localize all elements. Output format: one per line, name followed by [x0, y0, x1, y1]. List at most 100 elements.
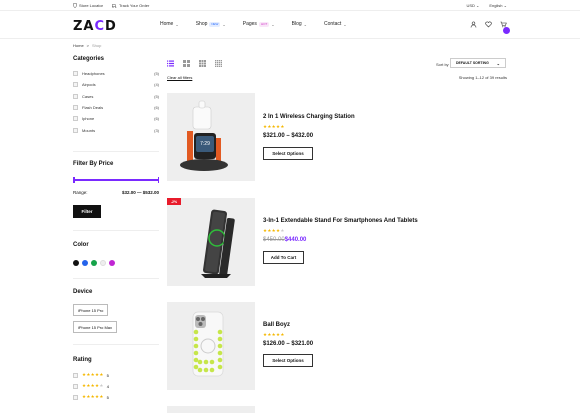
breadcrumb-separator: > — [86, 43, 90, 48]
category-item[interactable]: Mounts (3) — [73, 124, 159, 135]
category-label: Mounts — [82, 127, 96, 133]
product-image-wireless-charging-station[interactable]: 7:29 — [167, 93, 255, 181]
location-pin-icon — [73, 3, 77, 8]
currency-selector[interactable]: USD ⌄ — [466, 3, 479, 8]
logo-part: D — [105, 19, 117, 34]
category-checkbox[interactable] — [73, 82, 78, 88]
site-logo[interactable]: ZACD — [73, 19, 117, 34]
main-nav: Home ⌄ Shop NEW ⌄ Pages HOT ⌄ Blog ⌄ Contact ⌄ — [160, 21, 347, 27]
nav-item-shop[interactable]: Shop NEW ⌄ — [196, 21, 226, 27]
category-checkbox[interactable] — [73, 93, 78, 99]
add-to-cart-button[interactable]: Add To Cart — [263, 251, 304, 264]
category-list: Headphones (5) Airpods (4) Cases (5) Flash Dea… — [73, 68, 159, 136]
filter-button[interactable]: Filter — [73, 205, 101, 218]
user-icon[interactable] — [470, 21, 477, 28]
product-title[interactable]: 2 In 1 Wireless Charging Station — [263, 114, 355, 120]
clear-all-filters-link[interactable]: Clear all filters — [167, 75, 192, 80]
category-item[interactable]: Airpods (4) — [73, 79, 159, 90]
color-swatch[interactable] — [91, 260, 97, 266]
rating-title: Rating — [73, 357, 92, 363]
category-item[interactable]: Headphones (5) — [73, 68, 159, 79]
category-label: Airpods — [82, 82, 96, 88]
nav-item-contact[interactable]: Contact ⌄ — [324, 21, 347, 27]
rating-checkbox[interactable] — [73, 383, 78, 389]
nav-item-pages[interactable]: Pages HOT ⌄ — [243, 21, 275, 27]
category-item[interactable]: Flash Deals (6) — [73, 102, 159, 113]
category-checkbox[interactable] — [73, 127, 78, 133]
grid-4-view-icon[interactable] — [215, 60, 222, 67]
nav-item-home[interactable]: Home ⌄ — [160, 21, 179, 27]
categories-title: Categories — [73, 56, 105, 62]
price-filter-title: Filter By Price — [73, 161, 114, 167]
product-price: $450.00$440.00 — [263, 237, 306, 243]
color-swatch[interactable] — [82, 260, 88, 266]
store-locator-label: Store Locator — [79, 3, 104, 8]
category-count: (6) — [154, 116, 159, 122]
rating-checkbox[interactable] — [73, 372, 78, 378]
range-label: Range: — [73, 190, 88, 195]
product-rating: ★★★★★ — [263, 332, 285, 337]
decorative-dot — [217, 329, 223, 335]
color-swatch[interactable] — [100, 260, 106, 266]
select-options-button[interactable]: Select Options — [263, 147, 313, 160]
rating-filter-item[interactable]: ★★★★★ 5 — [73, 372, 109, 378]
category-checkbox[interactable] — [73, 116, 78, 122]
price-range-slider[interactable] — [73, 177, 159, 183]
divider — [73, 230, 159, 231]
product-title[interactable]: 3-In-1 Extendable Stand For Smartphones … — [263, 218, 418, 224]
filter-sidebar: Categories Headphones (5) Airpods (4) Cases (… — [73, 56, 159, 136]
rating-stars: ★★★★★ — [82, 383, 104, 388]
svg-text:7:29: 7:29 — [200, 141, 210, 147]
product-image-next[interactable] — [167, 406, 255, 413]
nav-label: Pages — [242, 21, 257, 27]
product-rating: ★★★★★ — [263, 228, 285, 233]
device-option-iphone-15-pro[interactable]: iPhone 15 Pro — [73, 304, 109, 316]
sort-value: DEFAULT SORTING — [456, 61, 489, 65]
chevron-down-icon: ⌄ — [271, 21, 275, 27]
track-order-label: Track Your Order — [119, 3, 150, 8]
rating-filter-item[interactable]: ★★★★★ 5 — [73, 394, 109, 400]
truck-icon — [112, 3, 117, 8]
category-count: (3) — [154, 127, 159, 133]
category-count: (4) — [154, 82, 159, 88]
decorative-dot — [197, 359, 203, 365]
store-locator-link[interactable]: Store Locator — [73, 3, 103, 8]
rating-filter-item[interactable]: ★★★★★ 4 — [73, 383, 109, 389]
product-image-extendable-stand[interactable]: -2% — [167, 198, 255, 286]
grid-2-view-icon[interactable] — [183, 60, 190, 67]
color-swatches — [73, 260, 115, 266]
track-order-link[interactable]: Track Your Order — [112, 3, 149, 8]
price-range-display: Range: $32.00 — $532.00 — [73, 190, 159, 195]
decorative-dot — [217, 343, 223, 349]
nav-label: Blog — [291, 21, 302, 27]
category-item[interactable]: Cases (5) — [73, 91, 159, 102]
category-label: Iphone — [82, 116, 95, 122]
grid-3-view-icon[interactable] — [199, 60, 206, 67]
category-checkbox[interactable] — [73, 71, 78, 77]
category-count: (5) — [154, 93, 159, 99]
list-view-icon[interactable] — [167, 60, 174, 67]
select-options-button[interactable]: Select Options — [263, 354, 313, 367]
cart-icon[interactable] — [500, 21, 510, 34]
nav-item-blog[interactable]: Blog ⌄ — [292, 21, 307, 27]
product-image-ball-boyz[interactable] — [167, 302, 255, 390]
sort-select[interactable]: DEFAULT SORTING ⌄ — [450, 58, 506, 68]
category-checkbox[interactable] — [73, 105, 78, 111]
rating-stars: ★★★★★ — [82, 394, 104, 399]
device-option-iphone-15-pro-max[interactable]: iPhone 15 Pro Max — [73, 321, 118, 333]
color-swatch[interactable] — [73, 260, 79, 266]
product-title[interactable]: Ball Boyz — [263, 322, 290, 328]
chevron-down-icon: ⌄ — [222, 21, 226, 27]
category-item[interactable]: Iphone (6) — [73, 113, 159, 124]
color-swatch[interactable] — [109, 260, 115, 266]
color-title: Color — [73, 242, 89, 248]
breadcrumb-home[interactable]: Home — [73, 43, 84, 48]
heart-icon[interactable] — [485, 21, 492, 28]
decorative-dot — [193, 364, 199, 370]
decorative-dot — [193, 357, 199, 363]
nav-label: Home — [160, 21, 174, 27]
language-selector[interactable]: English ⌄ — [489, 3, 507, 8]
rating-checkbox[interactable] — [73, 394, 78, 400]
main-header: ZACD Home ⌄ Shop NEW ⌄ Pages HOT ⌄ Blog ⌄ Contact ⌄ — [0, 11, 580, 39]
rating-label: 5 — [106, 372, 109, 378]
